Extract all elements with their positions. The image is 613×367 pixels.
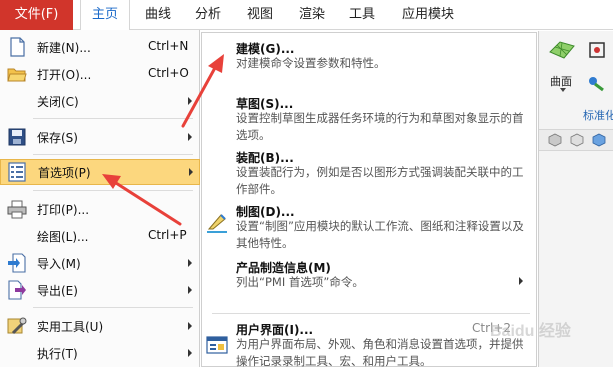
menu-item-label: 保存(S) xyxy=(37,131,78,145)
tab-tools[interactable]: 工具 xyxy=(342,0,382,30)
menu-separator xyxy=(33,154,193,155)
submenu-arrow-icon xyxy=(188,133,192,141)
new-document-icon xyxy=(10,37,25,57)
submenu-item-description: 设置装配行为，例如是否以图形方式强调装配关联中的工作部件。 xyxy=(236,165,524,196)
submenu-arrow-icon xyxy=(519,277,523,285)
surface-icon[interactable] xyxy=(548,38,576,62)
shortcut-label: Ctrl+O xyxy=(148,66,189,80)
cube-icon[interactable] xyxy=(548,133,562,147)
menu-item-open[interactable]: 打开(O)... Ctrl+O xyxy=(0,61,200,87)
shortcut-label: Ctrl+N xyxy=(148,39,189,53)
menu-item-save[interactable]: 保存(S) xyxy=(0,124,200,150)
open-folder-icon xyxy=(7,68,27,82)
menu-item-label: 关闭(C) xyxy=(37,95,79,109)
watermark: Baidu 经验 xyxy=(470,314,610,340)
feature-icon[interactable] xyxy=(587,74,605,92)
submenu-item-description: 对建模命令设置参数和特性。 xyxy=(236,56,386,70)
submenu-item-sketch[interactable]: 草图(S)... 设置控制草图生成器任务环境的行为和草图对象显示的首选项。 xyxy=(202,93,536,147)
submenu-arrow-icon xyxy=(188,97,192,105)
submenu-item-description: 设置“制图”应用模块的默认工作流、图纸和注释设置以及其他特性。 xyxy=(236,219,524,250)
menu-separator xyxy=(33,190,193,191)
menu-item-execute[interactable]: 执行(T) xyxy=(0,340,200,366)
cube-icon[interactable] xyxy=(592,133,606,147)
menu-item-label: 执行(T) xyxy=(37,347,78,361)
export-icon xyxy=(8,280,26,300)
menu-item-label: 导入(M) xyxy=(37,257,81,271)
ribbon-group-label: 标准化 xyxy=(583,109,613,122)
submenu-item-modeling[interactable]: 建模(G)... 对建模命令设置参数和特性。 xyxy=(202,33,536,77)
shortcut-label: Ctrl+P xyxy=(148,228,187,242)
menu-item-label: 实用工具(U) xyxy=(37,320,104,334)
tab-view[interactable]: 视图 xyxy=(240,0,280,30)
menu-item-utilities[interactable]: 实用工具(U) xyxy=(0,313,200,339)
tab-render[interactable]: 渲染 xyxy=(292,0,332,30)
submenu-arrow-icon xyxy=(188,322,192,330)
drafting-icon xyxy=(207,214,227,233)
menu-item-plot[interactable]: 绘图(L)... Ctrl+P xyxy=(0,223,200,249)
menu-item-export[interactable]: 导出(E) xyxy=(0,277,200,303)
menu-item-preferences[interactable]: 首选项(P) xyxy=(0,159,200,185)
submenu-item-drafting[interactable]: 制图(D)... 设置“制图”应用模块的默认工作流、图纸和注释设置以及其他特性。 xyxy=(202,201,536,255)
printer-icon xyxy=(7,200,27,219)
submenu-item-assembly[interactable]: 装配(B)... 设置装配行为，例如是否以图形方式强调装配关联中的工作部件。 xyxy=(202,147,536,201)
menu-item-label: 打开(O)... xyxy=(37,68,92,82)
import-icon xyxy=(8,253,26,273)
utilities-icon xyxy=(7,317,27,335)
save-disk-icon xyxy=(8,128,26,146)
menu-item-label: 新建(N)... xyxy=(37,41,91,55)
user-interface-icon xyxy=(206,336,228,354)
menu-item-label: 首选项(P) xyxy=(38,166,91,180)
tab-curve[interactable]: 曲线 xyxy=(138,0,178,30)
surface-button-label[interactable]: 曲面 xyxy=(550,73,572,89)
menu-item-close[interactable]: 关闭(C) xyxy=(0,88,200,114)
preferences-list-icon xyxy=(8,162,26,182)
tab-applications[interactable]: 应用模块 xyxy=(393,0,463,30)
menu-item-label: 打印(P)... xyxy=(37,203,90,217)
submenu-arrow-icon xyxy=(188,349,192,357)
chevron-down-icon[interactable] xyxy=(560,88,566,92)
transform-icon[interactable] xyxy=(587,40,607,60)
file-menu: 新建(N)... Ctrl+N 打开(O)... Ctrl+O 关闭(C) 保存… xyxy=(0,30,200,367)
menu-separator xyxy=(33,118,193,119)
file-menu-tab[interactable]: 文件(F) xyxy=(0,0,73,30)
submenu-arrow-icon xyxy=(188,286,192,294)
cube-icon[interactable] xyxy=(570,133,584,147)
menu-item-label: 导出(E) xyxy=(37,284,78,298)
submenu-item-pmi[interactable]: 产品制造信息(M) 列出“PMI 首选项”命令。 xyxy=(202,257,536,297)
menu-item-print[interactable]: 打印(P)... xyxy=(0,196,200,222)
tab-analysis[interactable]: 分析 xyxy=(188,0,228,30)
menu-bar: 文件(F) 主页 曲线 分析 视图 渲染 工具 应用模块 xyxy=(0,0,613,30)
tab-home[interactable]: 主页 xyxy=(80,0,130,30)
menu-item-label: 绘图(L)... xyxy=(37,230,89,244)
menu-item-import[interactable]: 导入(M) xyxy=(0,250,200,276)
watermark-text: Baidu 经验 xyxy=(490,323,571,340)
submenu-item-description: 设置控制草图生成器任务环境的行为和草图对象显示的首选项。 xyxy=(236,111,524,142)
submenu-arrow-icon xyxy=(188,259,192,267)
menu-item-new[interactable]: 新建(N)... Ctrl+N xyxy=(0,34,200,60)
submenu-arrow-icon xyxy=(189,168,193,176)
menu-separator xyxy=(33,307,193,308)
submenu-item-description: 列出“PMI 首选项”命令。 xyxy=(236,275,364,289)
